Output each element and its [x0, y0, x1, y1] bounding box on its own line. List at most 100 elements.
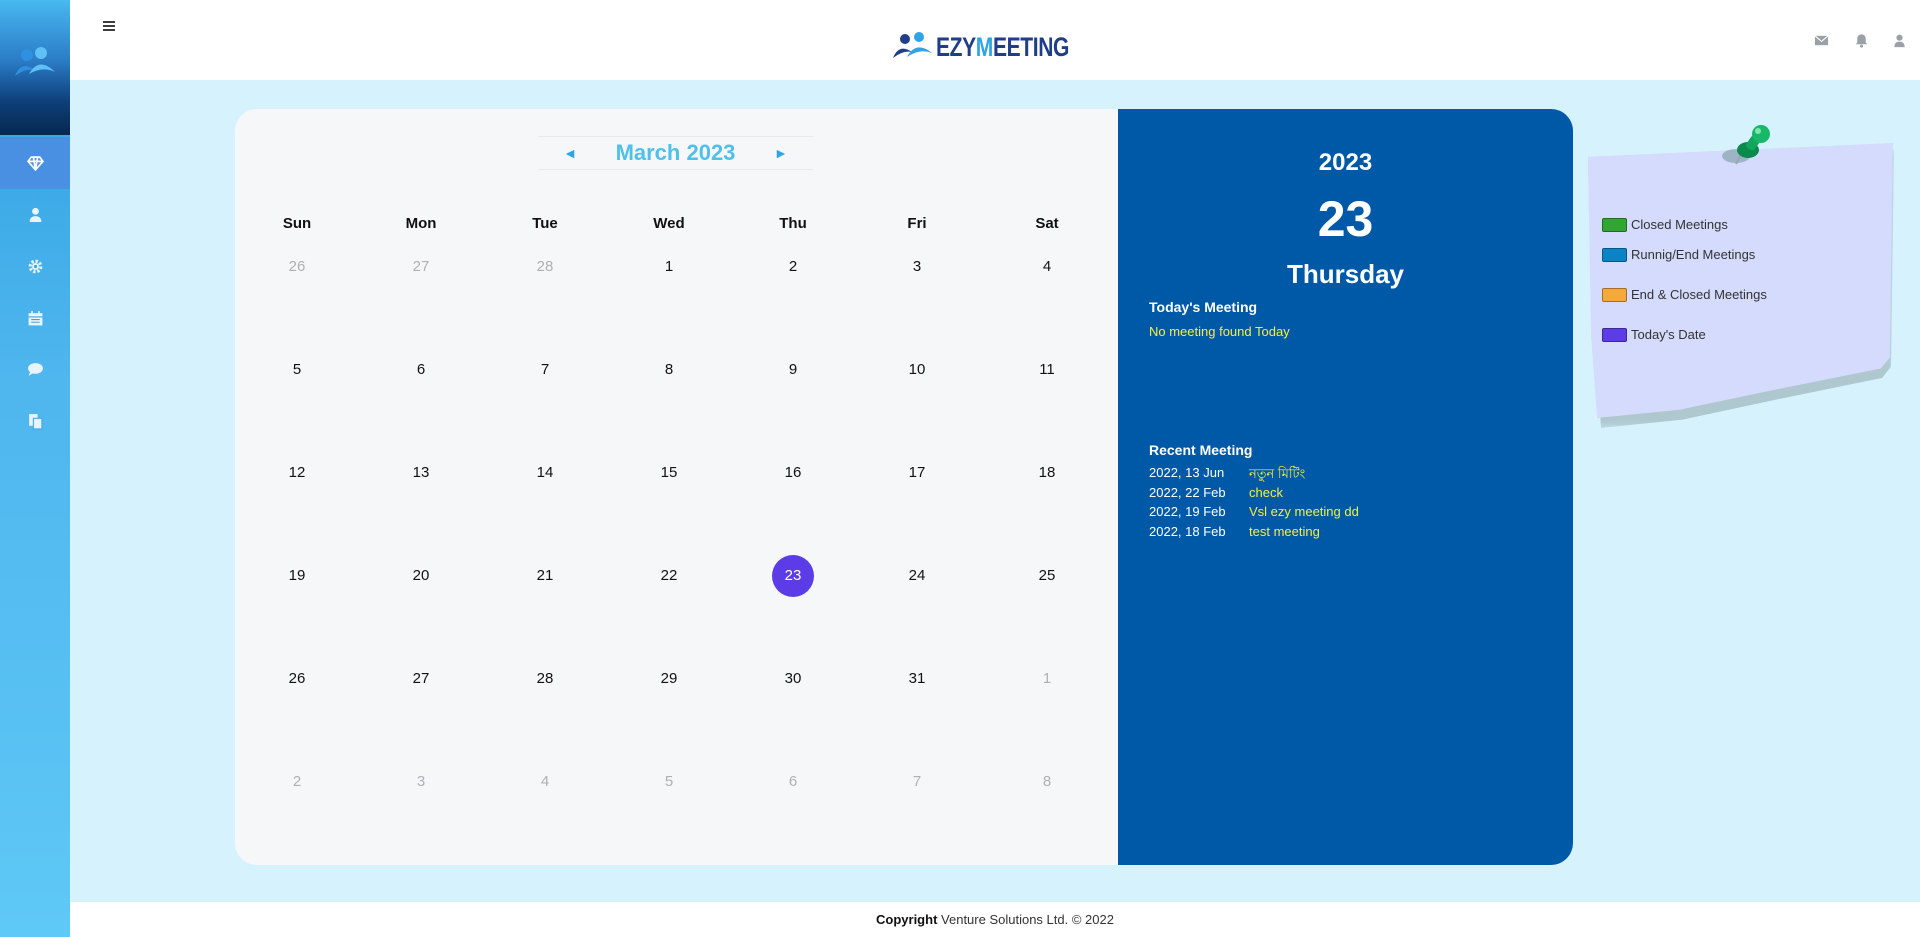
legend-item: Runnig/End Meetings [1602, 247, 1755, 262]
calendar-day[interactable]: 26 [276, 246, 318, 288]
selected-year: 2023 [1318, 149, 1373, 176]
calendar-day[interactable]: 1 [648, 246, 690, 288]
calendar-day[interactable]: 4 [524, 761, 566, 803]
bell-icon[interactable] [1854, 33, 1869, 48]
calendar-day[interactable]: 3 [896, 246, 938, 288]
calendar-day[interactable]: 5 [648, 761, 690, 803]
legend-swatch [1602, 217, 1627, 232]
calendar-day[interactable]: 15 [648, 452, 690, 494]
user-icon [29, 207, 41, 222]
legend-item: End & Closed Meetings [1602, 287, 1767, 302]
calendar-day[interactable]: 1 [1026, 658, 1068, 700]
top-header: EZYMEETING [70, 0, 1920, 80]
sidebar-item-calendar[interactable] [0, 292, 70, 344]
calendar-day[interactable]: 2 [276, 761, 318, 803]
legend-swatch [1602, 287, 1627, 302]
calendar-day[interactable]: 21 [524, 555, 566, 597]
sidebar-header [0, 0, 70, 135]
copyright-text: Venture Solutions Ltd. © 2022 [941, 912, 1114, 927]
calendar-day[interactable]: 20 [400, 555, 442, 597]
pushpin-icon [1722, 125, 1770, 165]
calendar-day[interactable]: 2 [772, 246, 814, 288]
copyright-label: Copyright [876, 912, 938, 927]
calendar-day[interactable]: 5 [276, 349, 318, 391]
calendar-day[interactable]: 16 [772, 452, 814, 494]
calendar-day[interactable]: 9 [772, 349, 814, 391]
recent-meeting-item[interactable]: 2022, 18 Feb test meeting [1149, 524, 1320, 539]
documents-icon [28, 413, 42, 429]
calendar-day[interactable]: 27 [400, 246, 442, 288]
sidebar-item-dashboard[interactable] [0, 137, 70, 189]
calendar-day[interactable]: 3 [400, 761, 442, 803]
calendar-day-today[interactable]: 23 [772, 555, 814, 597]
calendar-day[interactable]: 31 [896, 658, 938, 700]
legend-label: Today's Date [1631, 327, 1706, 342]
recent-meeting-date: 2022, 19 Feb [1149, 504, 1226, 519]
legend-swatch [1602, 327, 1627, 342]
calendar-day[interactable]: 13 [400, 452, 442, 494]
legend-label: Runnig/End Meetings [1631, 247, 1756, 262]
calendar-day[interactable]: 28 [524, 658, 566, 700]
weekday-header: Wed [653, 215, 685, 232]
selected-day: 23 [1317, 191, 1374, 247]
next-month-button[interactable]: ► [774, 145, 788, 161]
recent-meeting-title[interactable]: Vsl ezy meeting dd [1249, 504, 1359, 519]
calendar-day[interactable]: 4 [1026, 246, 1068, 288]
calendar-day[interactable]: 27 [400, 658, 442, 700]
calendar-day[interactable]: 7 [896, 761, 938, 803]
selected-weekday: Thursday [1286, 259, 1405, 289]
calendar-day[interactable]: 24 [896, 555, 938, 597]
hamburger-menu-icon[interactable] [102, 19, 116, 33]
weekday-header: Tue [532, 215, 558, 232]
calendar-day[interactable]: 17 [896, 452, 938, 494]
todays-meeting-heading: Today's Meeting [1149, 299, 1258, 315]
footer: Copyright Venture Solutions Ltd. © 2022 [70, 902, 1920, 937]
calendar-day[interactable]: 6 [772, 761, 814, 803]
no-meeting-message: No meeting found Today [1149, 324, 1290, 339]
recent-meeting-item[interactable]: 2022, 13 Jun নতুন মিটিং [1149, 465, 1305, 486]
calendar-day[interactable]: 6 [400, 349, 442, 391]
calendar-day[interactable]: 29 [648, 658, 690, 700]
user-icon[interactable] [1892, 33, 1907, 48]
calendar-day[interactable]: 11 [1026, 349, 1068, 391]
calendar-day[interactable]: 28 [524, 246, 566, 288]
sidebar-item-chat[interactable] [0, 343, 70, 395]
weekday-header: Sat [1035, 215, 1059, 232]
calendar-day[interactable]: 25 [1026, 555, 1068, 597]
recent-meeting-title[interactable]: নতুন মিটিং [1249, 465, 1305, 486]
weekday-header: Sun [282, 215, 312, 232]
calendar-day[interactable]: 22 [648, 555, 690, 597]
recent-meeting-title[interactable]: test meeting [1249, 524, 1320, 539]
sidebar-item-profile[interactable] [0, 188, 70, 240]
recent-meeting-item[interactable]: 2022, 22 Feb check [1149, 485, 1283, 500]
calendar-day[interactable]: 26 [276, 658, 318, 700]
calendar-day[interactable]: 19 [276, 555, 318, 597]
app-logo-icon [15, 47, 55, 76]
month-navigation: ◄ March 2023 ► [538, 136, 813, 170]
legend-label: End & Closed Meetings [1631, 287, 1767, 302]
calendar-day[interactable]: 7 [524, 349, 566, 391]
sidebar-item-settings[interactable] [0, 240, 70, 292]
recent-meeting-title[interactable]: check [1249, 485, 1283, 500]
calendar-icon [28, 310, 42, 325]
calendar-panel: ◄ March 2023 ► Sun Mon Tue Wed Thu Fri Sat 26 27… [235, 109, 1118, 865]
month-title: March 2023 [615, 140, 736, 165]
calendar-day[interactable]: 8 [1026, 761, 1068, 803]
calendar-day[interactable]: 12 [276, 452, 318, 494]
calendar-day[interactable]: 30 [772, 658, 814, 700]
weekday-header: Fri [907, 215, 927, 232]
legend-swatch [1602, 247, 1627, 262]
weekday-header: Mon [405, 215, 437, 232]
recent-meeting-item[interactable]: 2022, 19 Feb Vsl ezy meeting dd [1149, 504, 1359, 519]
legend-item: Today's Date [1602, 327, 1706, 342]
prev-month-button[interactable]: ◄ [563, 145, 577, 161]
legend-label: Closed Meetings [1631, 217, 1728, 232]
calendar-day[interactable]: 10 [896, 349, 938, 391]
sidebar-item-documents[interactable] [0, 395, 70, 447]
brand-name: EZYMEETING [936, 31, 1070, 62]
calendar-day[interactable]: 8 [648, 349, 690, 391]
calendar-day[interactable]: 18 [1026, 452, 1068, 494]
envelope-icon[interactable] [1814, 33, 1829, 48]
calendar-day[interactable]: 14 [524, 452, 566, 494]
chat-icon [27, 362, 43, 376]
